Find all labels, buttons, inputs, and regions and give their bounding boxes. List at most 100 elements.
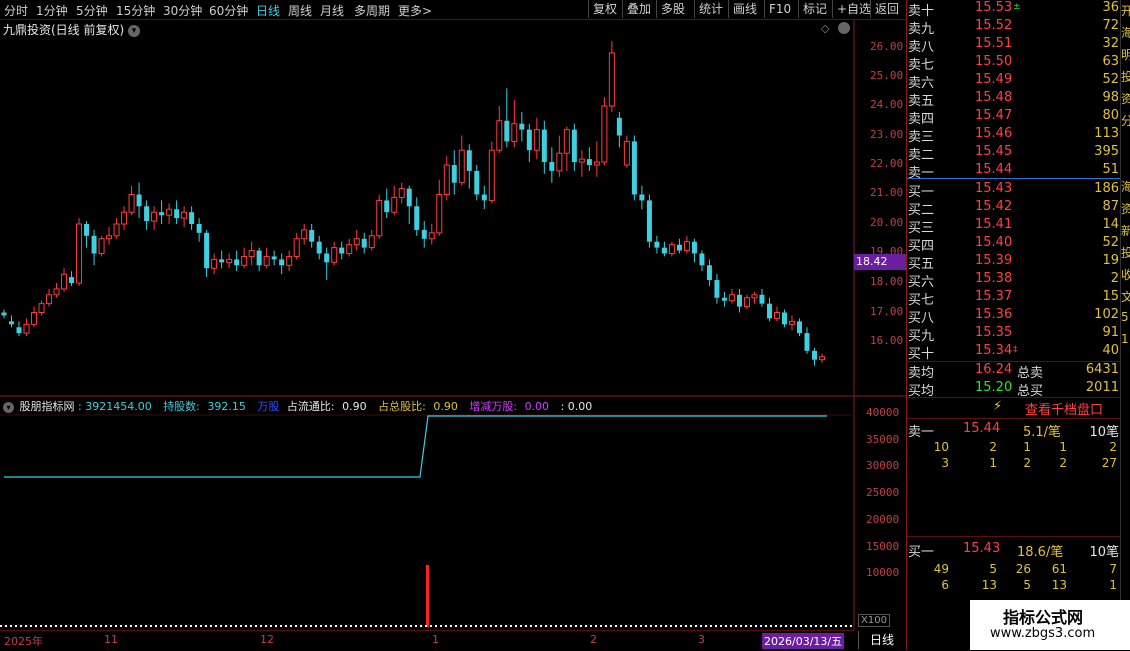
candle-body [811, 350, 817, 360]
edge-char: 分 [1121, 112, 1130, 129]
f10-button[interactable]: F10 [764, 0, 795, 18]
candle-body [549, 162, 555, 171]
stats-button[interactable]: 统计 [694, 0, 727, 18]
tab-more[interactable]: 更多> [398, 2, 432, 19]
sell-level-row[interactable]: 卖二 15.45 395 [907, 144, 1121, 163]
draw-line-button[interactable]: 画线 [728, 0, 761, 18]
candle-body [286, 255, 293, 266]
candle-body [23, 323, 30, 334]
kline-chart[interactable] [0, 20, 906, 630]
sell-level-row[interactable]: 卖四 15.47 80 [907, 108, 1121, 127]
period-indicator-tab[interactable]: 日线 [858, 631, 905, 649]
period-toolbar: 分时 1分钟 5分钟 15分钟 30分钟 60分钟 日线 周线 月线 多周期 更… [0, 0, 906, 20]
date-axis: 2025年 11 12 1 2 3 2026/03/13/五 [0, 630, 854, 651]
sell-level-price: 15.48 [975, 90, 1013, 105]
edge-char: 开 [1121, 2, 1130, 19]
indicator-toggle-icon[interactable]: ▾ [3, 402, 14, 413]
tab-monthly[interactable]: 月线 [320, 2, 344, 19]
tab-timeshare[interactable]: 分时 [4, 2, 28, 19]
tab-weekly[interactable]: 周线 [288, 2, 312, 19]
buy-level-row[interactable]: 买六 15.38 2 [907, 271, 1121, 290]
candle-body [488, 149, 495, 201]
sell-level-price: 15.51 [975, 36, 1013, 51]
queue-order-size: 13 [981, 578, 997, 592]
candle-body [451, 165, 457, 183]
candle-body [339, 247, 345, 254]
candle-body [84, 224, 90, 236]
candle-body [428, 232, 435, 240]
adjust-button[interactable]: 复权 [588, 0, 621, 18]
candle-body [38, 303, 45, 313]
buy-level-row[interactable]: 买四 15.40 52 [907, 235, 1121, 254]
sell-level-volume: 113 [1094, 126, 1119, 141]
price-label: 23.00 [870, 128, 904, 141]
sell-level-volume: 395 [1094, 144, 1119, 159]
edge-char: 资 [1121, 200, 1130, 217]
buy-level-row[interactable]: 买一 15.43 186 [907, 181, 1121, 200]
queue-order-size: 61 [1051, 562, 1067, 576]
sell-level-row[interactable]: 卖十 15.53 ±36 [907, 0, 1121, 19]
sell-level-volume: 98 [1102, 90, 1119, 105]
tab-5min[interactable]: 5分钟 [76, 2, 108, 19]
overlay-button[interactable]: 叠加 [622, 0, 655, 18]
queue-order-size: 6 [941, 578, 949, 592]
candle-body [743, 297, 750, 308]
sell-level-mark: ± [1013, 2, 1021, 12]
date-label: 12 [260, 633, 274, 646]
add-watchlist-button[interactable]: +自选 [832, 0, 875, 18]
candle-body [736, 294, 742, 307]
mark-button[interactable]: 标记 [798, 0, 831, 18]
buy-level-volume: 19 [1102, 253, 1119, 268]
candle-body [474, 170, 480, 195]
candle-body [121, 211, 128, 225]
candle-body [331, 247, 338, 263]
sell-level-row[interactable]: 卖六 15.49 52 [907, 72, 1121, 91]
avg-buy-price: 15.20 [975, 380, 1013, 395]
edge-char: 投 [1121, 244, 1130, 261]
buy-level-label: 买五 [908, 257, 935, 272]
candle-body [301, 229, 308, 240]
candle-body [414, 206, 420, 230]
candle-body [309, 229, 315, 242]
candle-body [189, 212, 195, 224]
tab-30min[interactable]: 30分钟 [163, 2, 202, 19]
candle-body [751, 294, 758, 299]
sell-level-row[interactable]: 卖五 15.48 98 [907, 90, 1121, 109]
sell-level-row[interactable]: 卖三 15.46 113 [907, 126, 1121, 145]
buy1-per-order: 18.6/笔 [1017, 545, 1064, 560]
tab-multi-period[interactable]: 多周期 [354, 2, 390, 19]
total-sell-value: 6431 [1085, 362, 1119, 377]
buy-level-row[interactable]: 买二 15.42 87 [907, 199, 1121, 218]
sell-level-row[interactable]: 卖九 15.52 72 [907, 18, 1121, 37]
sell-level-price: 15.46 [975, 126, 1013, 141]
buy-level-label: 买二 [908, 203, 935, 218]
buy-level-row[interactable]: 买三 15.41 14 [907, 217, 1121, 236]
queue-order-size: 7 [1109, 562, 1117, 576]
buy-level-row[interactable]: 买五 15.39 19 [907, 253, 1121, 272]
multi-stock-button[interactable]: 多股 [656, 0, 689, 18]
sell-level-row[interactable]: 卖八 15.51 32 [907, 36, 1121, 55]
sell-level-label: 卖四 [908, 112, 935, 127]
sell1-per-order: 5.1/笔 [1023, 425, 1062, 440]
back-button[interactable]: 返回 [870, 0, 903, 18]
buy-level-row[interactable]: 买十 15.34 ‡ 40 [907, 343, 1121, 362]
view-depth-link[interactable]: ⚡ 查看千档盘口 [907, 398, 1121, 418]
sell1-queue-row: 3 1 2 2 27 [907, 456, 1121, 472]
tab-60min[interactable]: 60分钟 [209, 2, 248, 19]
sell-level-volume: 72 [1102, 18, 1119, 33]
tab-daily[interactable]: 日线 [256, 2, 280, 19]
candle-body [616, 117, 622, 136]
edge-char: 海 [1121, 178, 1130, 195]
buy-level-price: 15.34 [975, 343, 1013, 358]
candle-body [384, 200, 390, 213]
sell-level-row[interactable]: 卖七 15.50 63 [907, 54, 1121, 73]
buy-level-row[interactable]: 买七 15.37 15 [907, 289, 1121, 308]
buy1-label: 买一 [908, 545, 935, 560]
tab-15min[interactable]: 15分钟 [116, 2, 155, 19]
sell-level-price: 15.50 [975, 54, 1013, 69]
buy-level-row[interactable]: 买九 15.35 91 [907, 325, 1121, 344]
tab-1min[interactable]: 1分钟 [36, 2, 68, 19]
sell-level-price: 15.53 [975, 0, 1013, 15]
queue-order-size: 2 [1059, 456, 1067, 470]
buy-level-row[interactable]: 买八 15.36 102 [907, 307, 1121, 326]
